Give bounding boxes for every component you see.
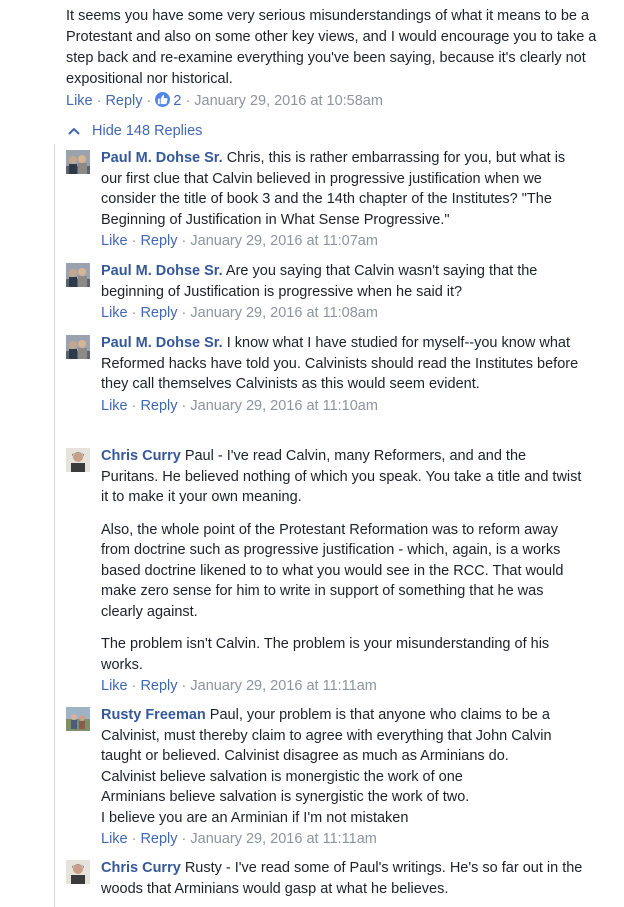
reply-body: Paul M. Dohse Sr. Chris, this is rather … xyxy=(101,148,586,230)
reply-body: Paul M. Dohse Sr. I know what I have stu… xyxy=(101,333,586,395)
avatar-rusty[interactable] xyxy=(66,707,90,731)
separator-dot: · xyxy=(185,93,191,109)
reply-actions: Like · Reply · January 29, 2016 at 11:10am xyxy=(101,396,586,416)
like-link[interactable]: Like xyxy=(101,678,128,694)
reply-link[interactable]: Reply xyxy=(140,831,177,847)
separator-dot: · xyxy=(131,233,137,249)
timestamp[interactable]: January 29, 2016 at 11:11am xyxy=(190,678,376,694)
chevron-up-icon xyxy=(68,128,80,135)
timestamp[interactable]: January 29, 2016 at 11:08am xyxy=(190,305,378,321)
reply-link[interactable]: Reply xyxy=(140,305,177,321)
hide-replies-toggle[interactable]: Hide 148 Replies xyxy=(66,121,202,141)
timestamp[interactable]: January 29, 2016 at 10:58am xyxy=(194,93,383,109)
reply-paragraph: Also, the whole point of the Protestant … xyxy=(101,521,564,620)
separator-dot: · xyxy=(181,831,187,847)
reply-item: Paul M. Dohse Sr. Are you saying that Ca… xyxy=(66,261,586,323)
hide-replies-label: Hide 148 Replies xyxy=(92,123,203,139)
reply-paragraph: The problem isn't Calvin. The problem is… xyxy=(101,636,550,673)
separator-dot: · xyxy=(181,397,187,414)
reply-item: Paul M. Dohse Sr. I know what I have stu… xyxy=(66,333,586,416)
reply-body: Paul M. Dohse Sr. Are you saying that Ca… xyxy=(101,261,586,302)
reply-link[interactable]: Reply xyxy=(140,678,177,694)
separator-dot: · xyxy=(146,93,152,109)
thumbs-up-icon[interactable] xyxy=(155,92,171,107)
reply-thread-line xyxy=(54,144,55,907)
separator-dot: · xyxy=(181,678,187,694)
reply-body: Chris Curry Paul - I've read Calvin, man… xyxy=(101,446,586,675)
separator-dot: · xyxy=(131,397,137,414)
reply-item: Rusty Freeman Paul, your problem is that… xyxy=(66,705,586,849)
reply-link[interactable]: Reply xyxy=(140,233,177,249)
separator-dot: · xyxy=(131,305,137,321)
avatar-chris[interactable] xyxy=(66,448,90,472)
author-name[interactable]: Paul M. Dohse Sr. xyxy=(101,263,223,279)
reply-link[interactable]: Reply xyxy=(105,93,142,109)
like-link[interactable]: Like xyxy=(101,398,128,414)
reply-actions: Like · Reply · January 29, 2016 at 11:11am xyxy=(101,676,586,696)
reply-actions: Like · Reply · January 29, 2016 at 11:08am xyxy=(101,303,586,323)
separator-dot: · xyxy=(131,831,137,847)
timestamp[interactable]: January 29, 2016 at 11:11am xyxy=(190,831,376,847)
reaction-count[interactable]: 2 xyxy=(170,93,181,109)
separator-dot: · xyxy=(181,233,187,249)
avatar-chris[interactable] xyxy=(66,860,90,884)
separator-dot: · xyxy=(131,678,137,694)
like-link[interactable]: Like xyxy=(66,93,93,109)
like-link[interactable]: Like xyxy=(101,831,128,847)
avatar-paul[interactable] xyxy=(66,335,90,359)
author-name[interactable]: Paul M. Dohse Sr. xyxy=(101,335,223,351)
author-name[interactable]: Chris Curry xyxy=(101,860,181,876)
separator-dot: · xyxy=(181,305,187,321)
reply-body: Chris Curry Rusty - I've read some of Pa… xyxy=(101,858,586,899)
reply-body: Rusty Freeman Paul, your problem is that… xyxy=(101,705,586,828)
reply-item: Chris Curry Rusty - I've read some of Pa… xyxy=(66,858,586,899)
separator-dot: · xyxy=(96,93,102,109)
avatar-paul[interactable] xyxy=(66,263,90,287)
timestamp[interactable]: January 29, 2016 at 11:10am xyxy=(190,398,378,414)
reply-actions: Like · Reply · January 29, 2016 at 11:07am xyxy=(101,231,586,251)
reply-actions: Like · Reply · January 29, 2016 at 11:11am xyxy=(101,829,586,849)
author-name[interactable]: Rusty Freeman xyxy=(101,707,206,723)
avatar-paul[interactable] xyxy=(66,150,90,174)
reply-item: Paul M. Dohse Sr. Chris, this is rather … xyxy=(66,148,586,251)
author-name[interactable]: Chris Curry xyxy=(101,448,181,464)
timestamp[interactable]: January 29, 2016 at 11:07am xyxy=(190,233,378,249)
reply-item: Chris Curry Paul - I've read Calvin, man… xyxy=(66,446,586,696)
top-comment-actions: Like · Reply · 2 · January 29, 2016 at 10:58am xyxy=(66,91,383,111)
like-link[interactable]: Like xyxy=(101,305,128,321)
like-link[interactable]: Like xyxy=(101,233,128,249)
reply-link[interactable]: Reply xyxy=(140,398,177,414)
author-name[interactable]: Paul M. Dohse Sr. xyxy=(101,150,223,166)
top-comment-text: It seems you have some very serious misu… xyxy=(66,8,597,87)
reply-text: Paul, your problem is that anyone who cl… xyxy=(101,707,552,826)
